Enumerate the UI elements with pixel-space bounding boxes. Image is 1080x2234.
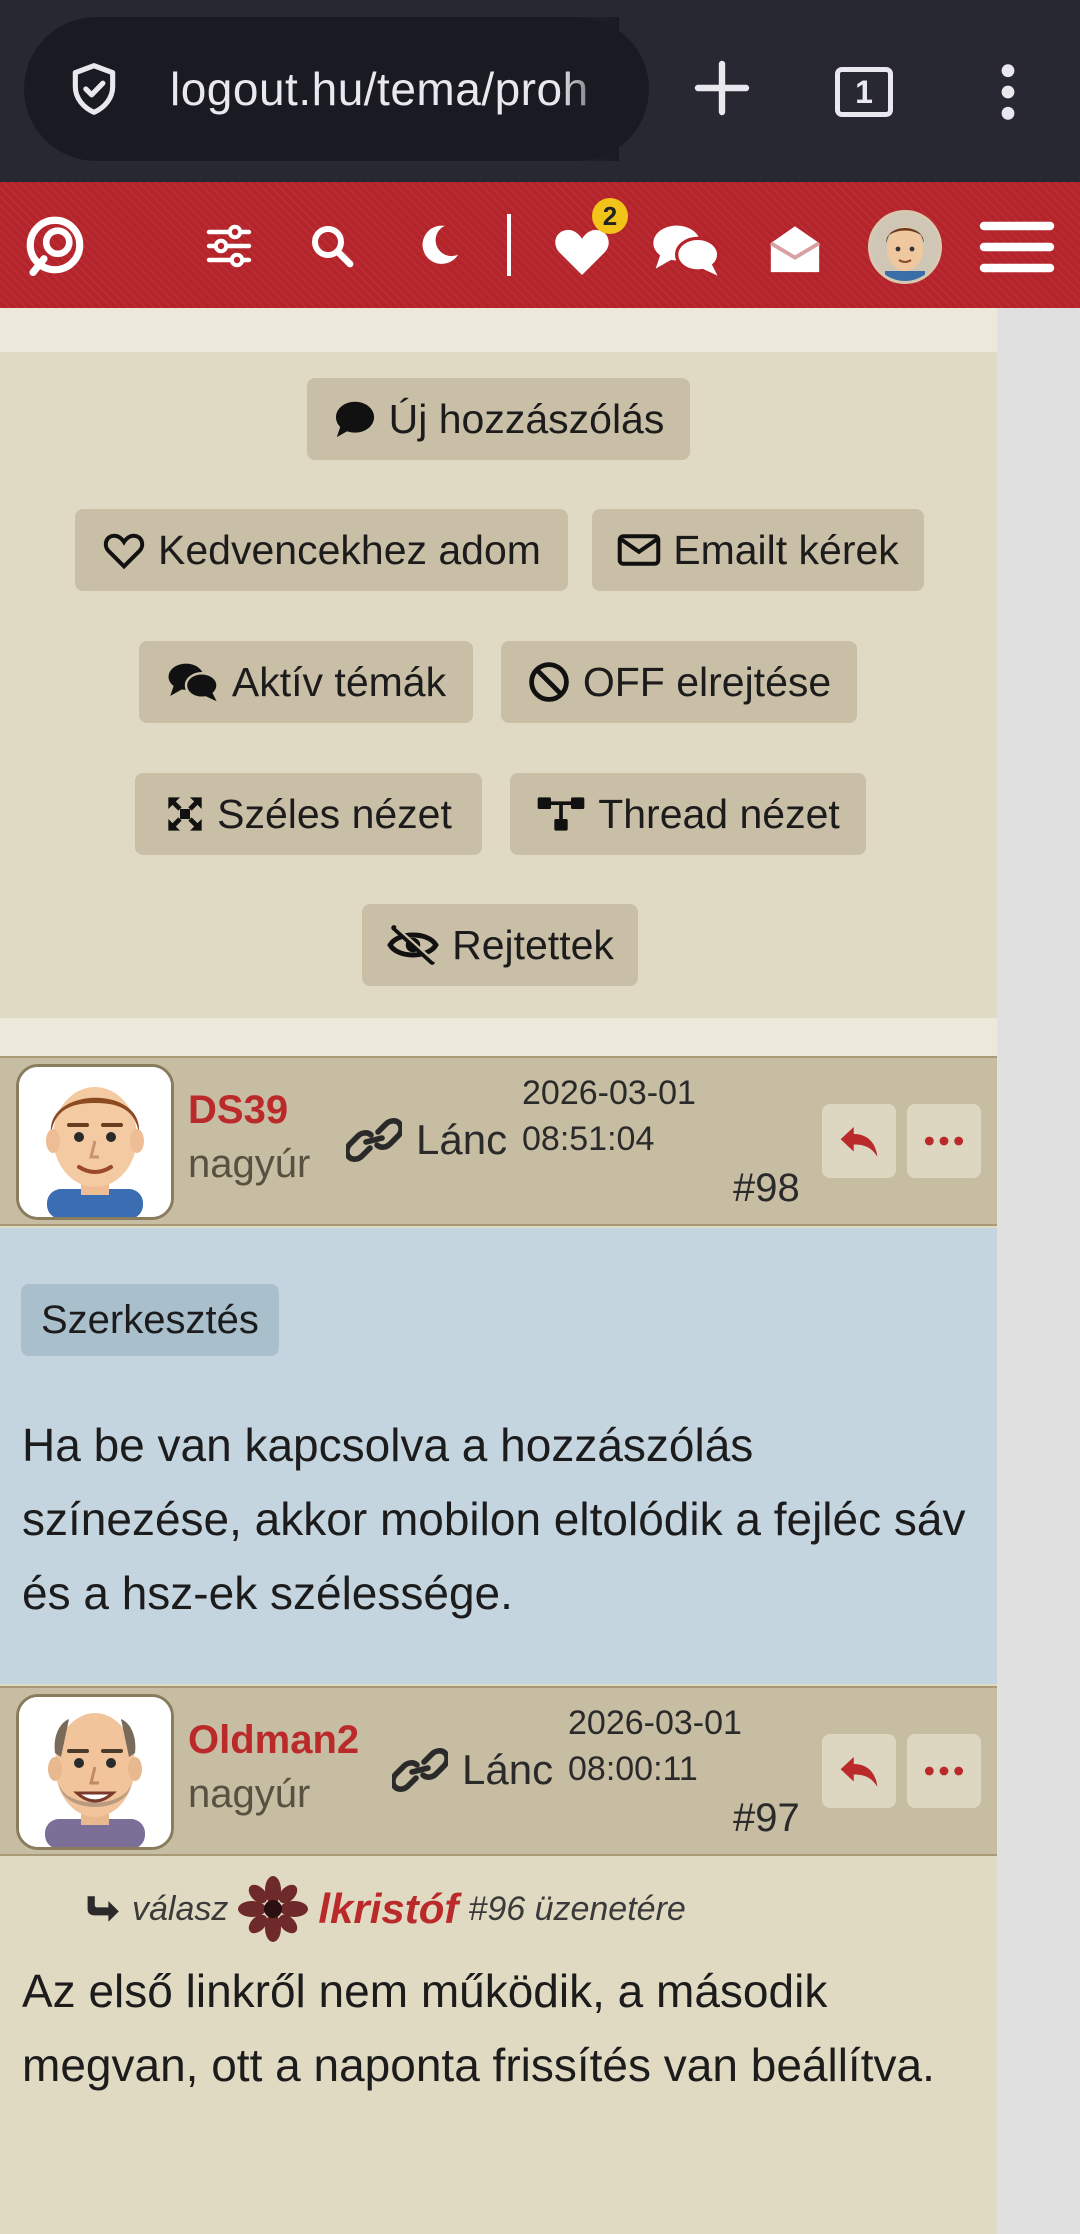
avatar-cartoon-ds39 [19,1067,171,1217]
reply-prefix: válasz [132,1889,229,1928]
user-avatar-image [871,213,939,281]
comments-icon [168,663,219,702]
email-request-button[interactable]: Emailt kérek [592,509,924,591]
reply-button[interactable] [822,1104,896,1178]
url-fade [559,17,619,161]
post-header: DS39 nagyúr Lánc 2026-03-01 08:51:04 #98 [0,1056,997,1226]
post-text: Az első linkről nem működik, a második m… [22,1965,935,2091]
reply-suffix: #96 üzenetére [468,1889,686,1928]
logout-logo-icon[interactable] [22,212,88,278]
chain-label: Lánc [416,1116,508,1163]
edit-button[interactable]: Szerkesztés [21,1284,279,1356]
new-post-button[interactable]: Új hozzászólás [307,378,690,460]
hidden-posts-label: Rejtettek [452,921,614,968]
messages-envelope-icon[interactable] [766,220,824,276]
hidden-posts-button[interactable]: Rejtettek [362,904,638,986]
post-author-avatar[interactable] [16,1694,174,1850]
tab-switcher-button[interactable]: 1 [835,67,893,117]
sliders-icon[interactable] [205,222,253,270]
email-request-label: Emailt kérek [673,526,899,573]
forum-comments-icon[interactable] [650,222,722,278]
post-author-avatar[interactable] [16,1064,174,1220]
browser-toolbar: logout.hu/tema/proh 1 [0,0,1080,182]
chain-link[interactable]: Lánc [392,1746,553,1794]
expand-arrows-icon [168,797,202,831]
reply-arrow-icon [840,1127,878,1157]
post-date: 2026-03-01 [568,1704,742,1742]
page-content: Új hozzászólás Kedvencekhez adom Emailt … [0,308,997,2234]
favorites-count-badge: 2 [592,198,628,234]
post-author-rank: nagyúr [188,1142,311,1186]
add-favorite-label: Kedvencekhez adom [158,526,541,573]
post-header: Oldman2 nagyúr Lánc 2026-03-01 08:00:11 … [0,1686,997,1856]
search-icon[interactable] [308,222,356,270]
chain-label: Lánc [462,1746,554,1793]
thread-view-button[interactable]: Thread nézet [510,773,866,855]
user-avatar[interactable] [868,210,942,284]
more-options-button[interactable] [907,1734,981,1808]
header-divider [507,214,511,276]
reply-user-name[interactable]: lkristóf [318,1885,458,1933]
add-favorite-button[interactable]: Kedvencekhez adom [75,509,568,591]
link-icon [392,1748,448,1792]
reply-arrow-icon [840,1757,878,1787]
post-number[interactable]: #98 [733,1166,800,1211]
envelope-outline-icon [617,534,661,566]
browser-menu-icon[interactable] [990,60,1026,124]
chain-link[interactable]: Lánc [346,1116,507,1164]
post-date: 2026-03-01 [522,1074,696,1112]
post-text: Ha be van kapcsolva a hozzászólás színez… [22,1419,966,1619]
post-author-name[interactable]: Oldman2 [188,1718,359,1763]
reply-reference[interactable]: válasz lkristóf #96 üzenetére [82,1876,686,1942]
topic-actions-panel: Új hozzászólás Kedvencekhez adom Emailt … [0,352,997,1018]
address-bar[interactable]: logout.hu/tema/proh [24,17,649,161]
post-author-rank: nagyúr [188,1772,311,1816]
link-icon [346,1118,402,1162]
ellipsis-icon [924,1136,964,1146]
post-number[interactable]: #97 [733,1796,800,1841]
ban-icon [529,662,569,702]
shield-check-icon[interactable] [66,61,122,117]
comment-icon [335,401,374,438]
post-body-highlighted: Szerkesztés Ha be van kapcsolva a hozzás… [0,1228,997,1684]
lkristof-avatar-icon [238,1876,309,1942]
wide-view-label: Széles nézet [217,790,452,837]
dark-mode-moon-icon[interactable] [416,222,462,268]
active-topics-label: Aktív témák [231,658,447,705]
hide-off-label: OFF elrejtése [582,658,832,705]
thread-tree-icon [537,797,585,831]
hide-off-button[interactable]: OFF elrejtése [501,641,857,723]
new-post-label: Új hozzászólás [388,395,665,442]
ellipsis-icon [924,1766,964,1776]
eye-slash-icon [387,925,439,965]
post-author-name[interactable]: DS39 [188,1088,288,1133]
thread-view-label: Thread nézet [598,790,840,837]
heart-outline-icon [103,533,145,570]
post-time: 08:00:11 [568,1750,698,1788]
reply-button[interactable] [822,1734,896,1808]
new-tab-icon[interactable] [690,56,754,120]
share-reply-arrow-icon [87,1896,119,1922]
post-time: 08:51:04 [522,1120,655,1158]
avatar-cartoon-oldman2 [19,1697,171,1847]
more-options-button[interactable] [907,1104,981,1178]
hamburger-menu-icon[interactable] [978,216,1056,278]
wide-view-button[interactable]: Széles nézet [135,773,482,855]
site-header: 2 [0,182,1080,308]
active-topics-button[interactable]: Aktív témák [139,641,473,723]
top-spacer [0,308,997,352]
